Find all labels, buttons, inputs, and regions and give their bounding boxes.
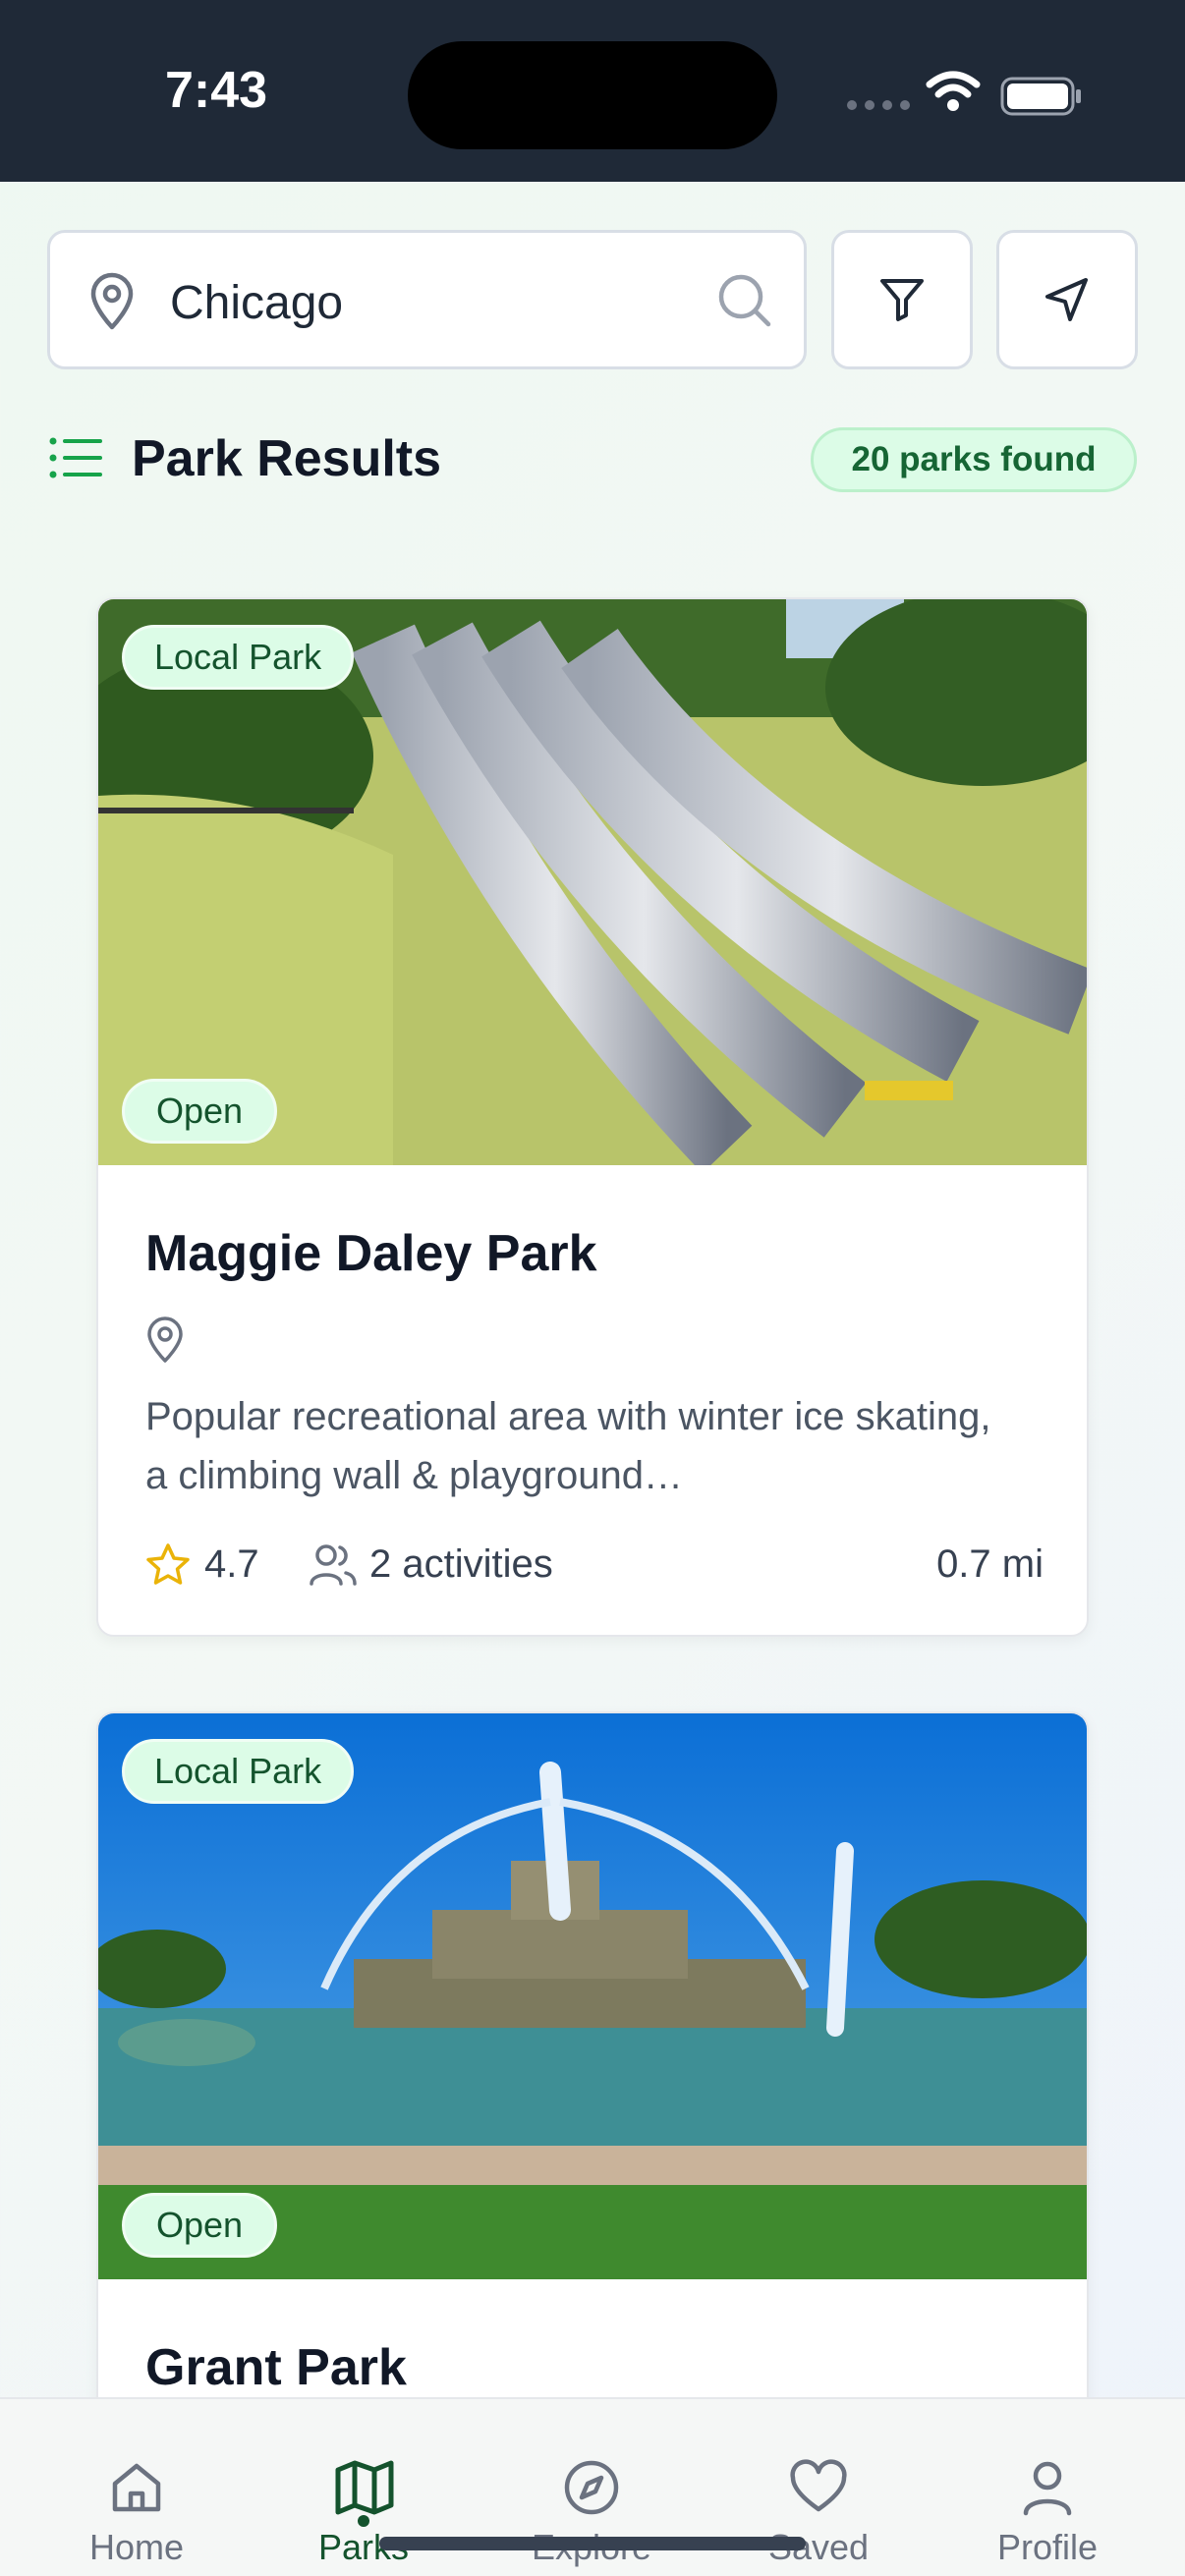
home-icon <box>112 2463 161 2512</box>
park-name[interactable]: Maggie Daley Park <box>145 1224 597 1283</box>
park-photo: Local Park Open <box>98 599 1087 1165</box>
search-input-value[interactable]: Chicago <box>170 276 343 330</box>
map-pin-icon <box>90 272 134 330</box>
map-icon <box>335 2460 394 2515</box>
location-search-input[interactable]: Chicago <box>47 230 807 369</box>
people-icon <box>310 1544 357 1586</box>
park-activities: 2 activities <box>369 1542 553 1586</box>
filter-button[interactable] <box>831 230 973 369</box>
search-icon[interactable] <box>716 272 773 329</box>
user-icon <box>1023 2461 1072 2516</box>
open-status-badge: Open <box>122 2193 278 2258</box>
park-name[interactable]: Grant Park <box>145 2338 407 2397</box>
park-type-badge: Local Park <box>122 625 355 690</box>
heart-icon <box>790 2459 847 2512</box>
active-indicator-dot <box>358 2515 369 2527</box>
results-title: Park Results <box>132 430 442 487</box>
park-meta-row: 4.7 2 activities 0.7 mi <box>145 1537 1044 1596</box>
park-rating: 4.7 <box>204 1542 259 1586</box>
star-icon <box>146 1543 190 1585</box>
dynamic-island <box>408 41 777 149</box>
park-distance: 0.7 mi <box>936 1542 1044 1586</box>
status-bar: 7:43 <box>0 0 1185 182</box>
park-description: Popular recreational area with winter ic… <box>145 1395 991 1497</box>
wifi-icon <box>926 71 981 111</box>
location-icon <box>147 1316 183 1363</box>
results-count-badge: 20 parks found <box>811 427 1137 492</box>
current-location-button[interactable] <box>996 230 1138 369</box>
park-type-badge: Local Park <box>122 1739 355 1804</box>
compass-icon <box>564 2460 619 2515</box>
nav-label-home: Home <box>88 2527 185 2567</box>
list-icon <box>49 437 102 478</box>
navigation-arrow-icon <box>1045 278 1088 321</box>
nav-item-home[interactable]: Home <box>38 2399 235 2576</box>
park-card[interactable]: Local Park Open Maggie Daley Park Popula… <box>96 597 1089 1637</box>
nav-item-profile[interactable]: Profile <box>949 2399 1146 2576</box>
filter-icon <box>880 279 924 321</box>
open-status-badge: Open <box>122 1079 278 1144</box>
home-indicator[interactable] <box>379 2537 806 2550</box>
status-time: 7:43 <box>164 62 268 119</box>
park-photo: Local Park Open <box>98 1713 1087 2279</box>
nav-label-profile: Profile <box>996 2527 1099 2567</box>
battery-icon <box>1000 77 1081 116</box>
signal-icon <box>847 100 910 110</box>
